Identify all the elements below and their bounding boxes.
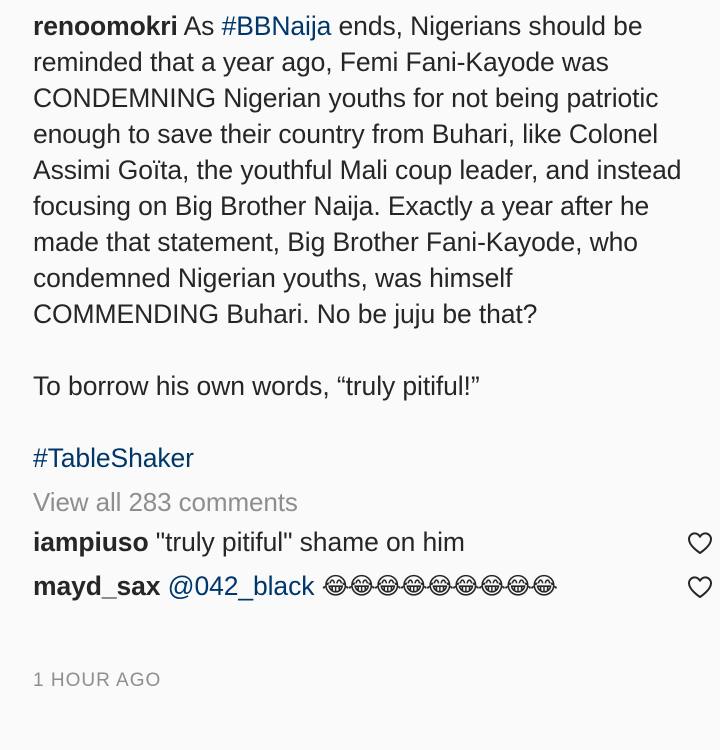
post-caption-container: renoomokri As #BBNaija ends, Nigerians s… xyxy=(33,8,712,608)
view-all-comments-link[interactable]: View all 283 comments xyxy=(33,484,693,520)
comment-row: mayd_sax @042_black 😂😂😂😂😂😂😂😂😂 xyxy=(33,564,712,608)
post-caption: renoomokri As #BBNaija ends, Nigerians s… xyxy=(33,8,693,332)
comment-row: iampiuso "truly pitiful" shame on him xyxy=(33,520,712,564)
comment-text: "truly pitiful" shame on him xyxy=(155,527,465,557)
caption-hashtag-bbnaija[interactable]: #BBNaija xyxy=(222,11,332,41)
heart-outline-icon[interactable] xyxy=(687,575,713,599)
comment-emojis: 😂😂😂😂😂😂😂😂😂 xyxy=(321,573,558,600)
post-author-username[interactable]: renoomokri xyxy=(33,11,178,41)
caption-text-body: ends, Nigerians should be reminded that … xyxy=(33,11,682,329)
comment-mention-link[interactable]: @042_black xyxy=(168,571,315,601)
comment-author-username[interactable]: mayd_sax xyxy=(33,571,160,601)
post-timestamp: 1 HOUR AGO xyxy=(33,670,162,691)
heart-outline-icon[interactable] xyxy=(687,531,713,555)
caption-hashtag-tableshaker[interactable]: #TableShaker xyxy=(33,443,194,473)
caption-paragraph-2: To borrow his own words, “truly pitiful!… xyxy=(33,371,480,401)
caption-footer-hashtag-line: #TableShaker xyxy=(33,440,693,476)
caption-text-lead: As xyxy=(183,11,222,41)
heart-outline-icon-svg xyxy=(688,576,712,598)
comment-author-username[interactable]: iampiuso xyxy=(33,527,149,557)
heart-outline-icon-svg xyxy=(688,532,712,554)
